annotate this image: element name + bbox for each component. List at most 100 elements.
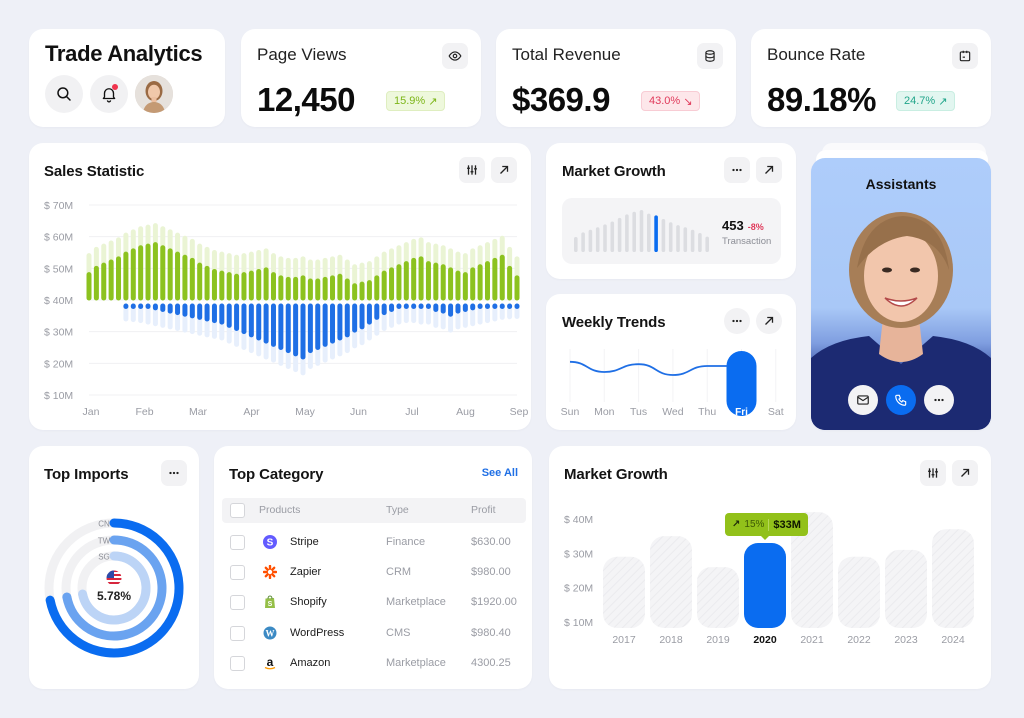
table-row[interactable]: W WordPress CMS $980.40 — [214, 625, 532, 649]
svg-text:W: W — [266, 628, 275, 638]
day-label: Mon — [594, 406, 615, 418]
mini-bar — [617, 217, 622, 252]
x-tick-label: 2018 — [659, 634, 683, 646]
product-type: Finance — [386, 536, 426, 548]
mini-bar — [588, 229, 593, 252]
kpi-label: Bounce Rate — [767, 45, 866, 64]
product-name: Stripe — [290, 536, 319, 548]
weekly-trends-card: Weekly Trends Sun Mon Tus Wed Thu Fri Sat — [546, 294, 796, 430]
product-name: Zapier — [290, 566, 322, 579]
top-imports-card: Top Imports CN TW SG 5.78% — [29, 446, 199, 689]
phone-button[interactable] — [886, 385, 916, 415]
mini-bar — [683, 227, 688, 252]
market-growth-expand-button[interactable] — [756, 157, 782, 183]
top-category-card: Top Category See All Products Type Profi… — [214, 446, 532, 689]
arrow-down-right-icon: ↘ — [683, 95, 693, 108]
product-profit: $1920.00 — [471, 596, 517, 609]
search-button[interactable] — [45, 75, 83, 113]
arrow-up-right-icon: ↗ — [938, 95, 948, 108]
table-row[interactable]: Zapier CRM $980.00 — [214, 564, 532, 588]
user-avatar[interactable] — [135, 75, 173, 113]
mini-bar — [632, 211, 636, 252]
kpi-label: Page Views — [257, 45, 347, 64]
total-revenue-icon-button[interactable] — [697, 43, 723, 69]
row-checkbox[interactable] — [230, 625, 245, 641]
row-checkbox[interactable] — [230, 565, 245, 581]
x-tick-label: 2022 — [847, 634, 871, 646]
header-card: Trade Analytics — [29, 29, 225, 127]
kpi-value: 89.18% — [767, 81, 876, 118]
kpi-card-page-views: Page Views 12,450 15.9% ↗ — [241, 29, 481, 127]
market-growth-more-button[interactable] — [724, 157, 750, 183]
market-growth-large-card: Market Growth $ 40M $ 30M $ 20M $ 10M 2017 20… — [549, 446, 991, 689]
mini-bar-panel: 453 -8% Transaction — [562, 198, 781, 264]
svg-text:S: S — [267, 538, 274, 549]
ring-label: SG — [98, 553, 110, 562]
table-row[interactable]: S Shopify Marketplace $1920.00 — [214, 594, 532, 618]
growth-bar — [603, 556, 645, 628]
tooltip-divider — [768, 518, 770, 531]
mail-button[interactable] — [848, 385, 878, 415]
assistants-card: Assistants — [811, 158, 991, 430]
x-tick-label: 2023 — [894, 634, 918, 646]
product-profit: $980.00 — [471, 566, 511, 579]
search-icon — [57, 87, 71, 101]
app-title: Trade Analytics — [45, 41, 203, 66]
kpi-value: $369.9 — [512, 81, 610, 118]
mini-bar — [698, 233, 702, 252]
growth-bar-highlight — [744, 543, 786, 628]
top-imports-radial-chart: CN TW SG — [44, 518, 184, 658]
x-tick-label: Feb — [135, 406, 153, 418]
mini-bar — [625, 214, 629, 252]
row-checkbox[interactable] — [230, 595, 245, 611]
trend-up-icon: ↗ — [732, 519, 741, 530]
top-category-title: Top Category — [229, 466, 324, 483]
day-label: Sun — [561, 406, 580, 418]
x-tick-label: 2020 — [753, 634, 777, 646]
table-row[interactable]: S Stripe Finance $630.00 — [214, 534, 532, 558]
shopify-logo-icon: S — [263, 595, 277, 609]
assistant-more-button[interactable] — [924, 385, 954, 415]
mini-bar-highlight — [654, 215, 658, 252]
notifications-button[interactable] — [90, 75, 128, 113]
see-all-link[interactable]: See All — [482, 467, 518, 479]
y-tick-label: $ 20M — [564, 583, 593, 595]
avatar-photo-icon — [135, 75, 173, 113]
x-tick-label: 2021 — [800, 634, 824, 646]
day-label: Fri — [735, 407, 748, 418]
bounce-rate-icon-button[interactable] — [952, 43, 978, 69]
stripe-logo-icon: S — [263, 535, 277, 549]
product-type: Marketplace — [386, 656, 446, 669]
kpi-value: 12,450 — [257, 81, 355, 118]
page-views-icon-button[interactable] — [442, 43, 468, 69]
mini-bar — [639, 210, 644, 252]
row-checkbox[interactable] — [230, 535, 245, 550]
market-growth-small-card: Market Growth 453 -8% Transaction — [546, 143, 796, 279]
select-all-checkbox[interactable] — [230, 503, 245, 518]
database-icon — [705, 50, 715, 62]
y-tick-label: $ 50M — [44, 263, 73, 275]
product-profit: $630.00 — [471, 536, 511, 548]
market-growth-chart: $ 40M $ 30M $ 20M $ 10M 2017 2018 2019 2020 2021… — [564, 512, 974, 646]
kpi-change-value: 24.7% — [904, 95, 936, 107]
x-tick-label: Apr — [243, 406, 260, 418]
zapier-logo-icon — [262, 564, 278, 580]
column-header-products: Products — [259, 504, 301, 516]
product-profit: $980.40 — [471, 626, 511, 639]
kpi-change-badge: 43.0% ↘ — [641, 91, 701, 111]
ring-label: TW — [98, 537, 111, 546]
eye-icon — [448, 51, 462, 61]
table-row[interactable]: a Amazon Marketplace 4300.25 — [214, 655, 532, 679]
wordpress-logo-icon: W — [263, 626, 277, 640]
transaction-change: -8% — [747, 222, 764, 232]
row-checkbox[interactable] — [230, 655, 245, 671]
mini-bar — [668, 222, 673, 252]
notification-dot — [112, 84, 118, 90]
sales-statistic-chart: $ 70M $ 60M $ 50M $ 40M $ 30M $ 20M $ 10M Jan Fe… — [44, 200, 528, 418]
expand-arrow-icon — [765, 165, 774, 174]
kpi-change-badge: 24.7% ↗ — [896, 91, 956, 111]
x-tick-label: Jun — [350, 406, 367, 418]
y-tick-label: $ 40M — [44, 295, 73, 307]
mini-bar — [661, 219, 666, 252]
sales-statistic-card: Sales Statistic $ 70M $ 60M $ 50M $ 40M $ 30… — [29, 143, 531, 430]
